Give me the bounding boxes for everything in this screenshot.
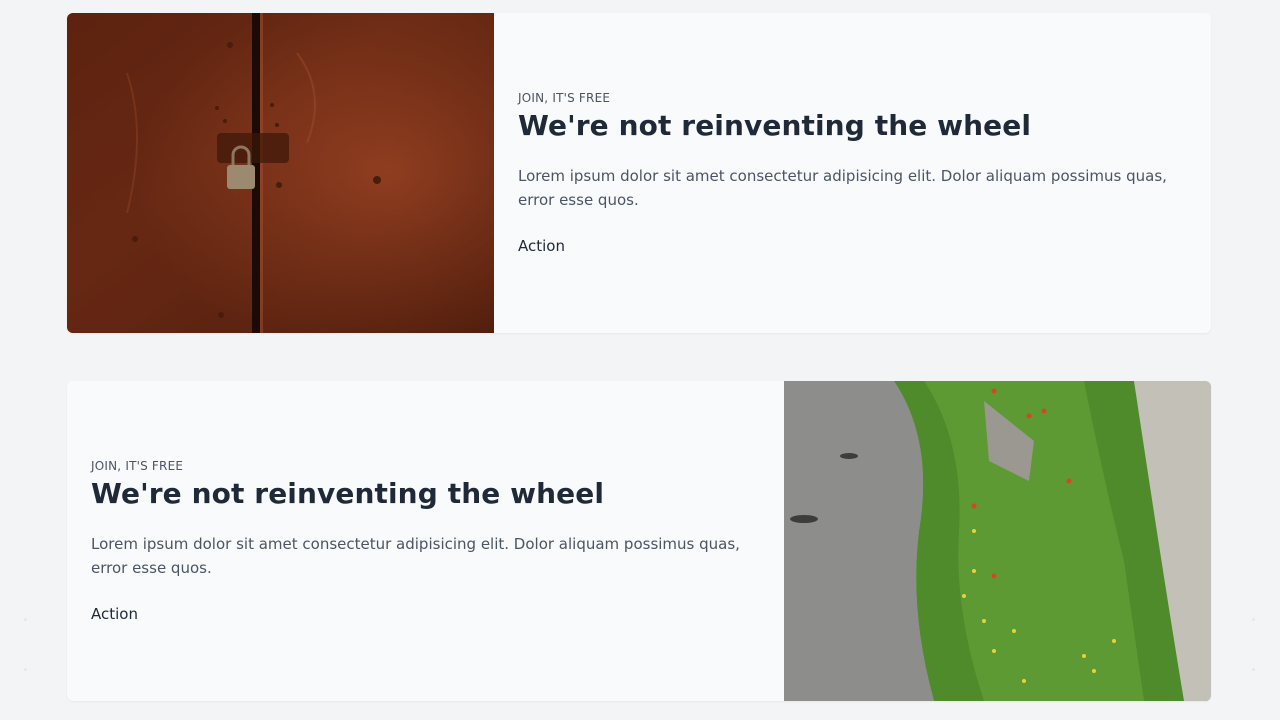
decorative-dot: [24, 668, 27, 671]
rusty-door-image: [67, 13, 494, 333]
card-content: Join, it's free We're not reinventing th…: [494, 13, 1211, 333]
card-title: We're not reinventing the wheel: [518, 109, 1032, 142]
road-grass-image: [784, 381, 1211, 701]
card-title: We're not reinventing the wheel: [91, 477, 605, 510]
card-description: Lorem ipsum dolor sit amet consectetur a…: [91, 535, 740, 577]
card-content: Join, it's free We're not reinventing th…: [67, 381, 784, 701]
card-action-link[interactable]: Action: [518, 237, 565, 255]
card-eyebrow: Join, it's free: [518, 91, 611, 105]
card-image-road-grass: [784, 381, 1211, 701]
feature-card-2: Join, it's free We're not reinventing th…: [67, 381, 1211, 701]
card-eyebrow: Join, it's free: [91, 459, 184, 473]
decorative-dot: [1252, 668, 1255, 671]
card-action-link[interactable]: Action: [91, 605, 138, 623]
card-description: Lorem ipsum dolor sit amet consectetur a…: [518, 167, 1167, 209]
decorative-dot: [24, 618, 27, 621]
decorative-dot: [1252, 618, 1255, 621]
feature-card-1: Join, it's free We're not reinventing th…: [67, 13, 1211, 333]
card-image-rusty-door: [67, 13, 494, 333]
